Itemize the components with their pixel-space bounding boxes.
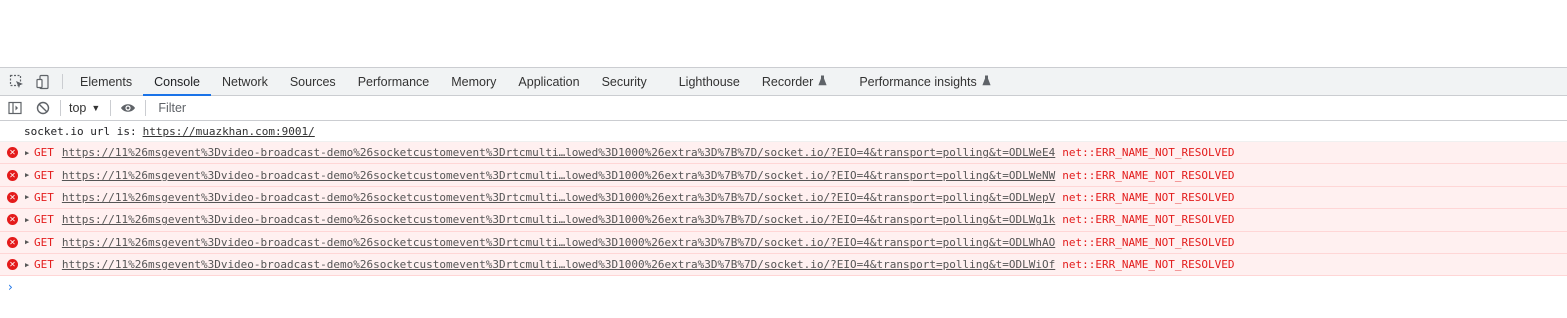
request-method: GET — [34, 258, 54, 272]
error-x-icon: ✕ — [7, 169, 18, 181]
error-text: net::ERR_NAME_NOT_RESOLVED — [1062, 146, 1235, 160]
console-log-message: socket.io url is: https://muazkhan.com:9… — [0, 121, 1567, 142]
error-message-row[interactable]: ✕ ▶ GET https://11%26msgevent%3Dvideo-broad… — [0, 231, 1567, 254]
show-sidebar-icon[interactable] — [4, 96, 26, 120]
tab-label: Application — [518, 74, 580, 89]
devtools-panel: Elements Console Network Sources Performance… — [0, 67, 1567, 318]
tab-label: Recorder — [761, 74, 814, 89]
tab-network[interactable]: Network — [211, 68, 279, 95]
error-list: ✕ ▶ GET https://11%26msgevent%3Dvideo-broad… — [0, 142, 1567, 277]
tab-sources[interactable]: Sources — [279, 68, 347, 95]
device-toolbar-icon[interactable] — [30, 68, 56, 95]
error-x-icon: ✕ — [7, 191, 18, 203]
error-message-row[interactable]: ✕ ▶ GET https://11%26msgevent%3Dvideo-broad… — [0, 253, 1567, 277]
error-text: net::ERR_NAME_NOT_RESOLVED — [1062, 213, 1235, 227]
request-url-link[interactable]: https://11%26msgevent%3Dvideo-broadcast-… — [62, 213, 1055, 226]
clear-console-icon[interactable] — [32, 96, 54, 120]
tab-label: Performance insights — [859, 74, 977, 89]
tab-recorder[interactable]: Recorder — [751, 68, 838, 95]
expand-triangle-icon[interactable]: ▶ — [25, 261, 32, 269]
tab-application[interactable]: Application — [507, 68, 590, 95]
error-x-icon: ✕ — [7, 259, 18, 271]
tab-memory[interactable]: Memory — [440, 68, 507, 95]
request-method: GET — [34, 190, 54, 204]
context-selector[interactable]: top ▼ — [67, 101, 104, 115]
request-method: GET — [34, 168, 54, 182]
expand-triangle-icon[interactable]: ▶ — [25, 149, 32, 157]
page-content-area — [0, 0, 1567, 67]
error-message-row[interactable]: ✕ ▶ GET https://11%26msgevent%3Dvideo-broad… — [0, 209, 1567, 232]
tab-label: Memory — [451, 74, 497, 89]
error-x-icon: ✕ — [7, 236, 18, 248]
toolbar-divider — [145, 100, 147, 116]
request-url-link[interactable]: https://11%26msgevent%3Dvideo-broadcast-… — [62, 169, 1055, 182]
log-text: socket.io url is: — [24, 124, 137, 138]
tab-elements[interactable]: Elements — [69, 68, 143, 95]
live-expression-eye-icon[interactable] — [117, 96, 139, 120]
tab-security[interactable]: Security — [591, 68, 658, 95]
tab-label: Elements — [80, 74, 133, 89]
request-url-link[interactable]: https://11%26msgevent%3Dvideo-broadcast-… — [62, 258, 1055, 271]
tab-performance[interactable]: Performance — [347, 68, 441, 95]
request-method: GET — [34, 146, 54, 160]
toolbar-divider — [60, 100, 61, 116]
filter-input[interactable] — [152, 97, 1567, 119]
request-method: GET — [34, 213, 54, 227]
error-x-icon: ✕ — [7, 214, 18, 226]
expand-triangle-icon[interactable]: ▶ — [25, 171, 32, 179]
tab-label: Network — [221, 74, 268, 89]
log-link[interactable]: https://muazkhan.com:9001/ — [143, 125, 315, 138]
console-toolbar: top ▼ — [0, 96, 1567, 121]
error-message-row[interactable]: ✕ ▶ GET https://11%26msgevent%3Dvideo-broad… — [0, 142, 1567, 165]
tab-label: Lighthouse — [678, 74, 740, 89]
expand-triangle-icon[interactable]: ▶ — [25, 238, 32, 246]
experiment-flask-icon — [818, 75, 827, 89]
expand-triangle-icon[interactable]: ▶ — [25, 193, 32, 201]
error-text: net::ERR_NAME_NOT_RESOLVED — [1062, 235, 1235, 249]
experiment-flask-icon — [982, 75, 991, 89]
tab-console[interactable]: Console — [143, 68, 211, 96]
dropdown-caret-icon: ▼ — [91, 103, 101, 113]
request-url-link[interactable]: https://11%26msgevent%3Dvideo-broadcast-… — [62, 146, 1055, 159]
console-prompt[interactable]: › — [0, 276, 1567, 298]
tab-label: Sources — [289, 74, 336, 89]
error-message-row[interactable]: ✕ ▶ GET https://11%26msgevent%3Dvideo-broad… — [0, 186, 1567, 210]
tab-label: Security — [601, 74, 647, 89]
error-message-row[interactable]: ✕ ▶ GET https://11%26msgevent%3Dvideo-broad… — [0, 164, 1567, 187]
request-url-link[interactable]: https://11%26msgevent%3Dvideo-broadcast-… — [62, 236, 1055, 249]
error-text: net::ERR_NAME_NOT_RESOLVED — [1062, 190, 1235, 204]
error-text: net::ERR_NAME_NOT_RESOLVED — [1062, 168, 1235, 182]
inspect-element-icon[interactable] — [4, 68, 30, 95]
console-messages: socket.io url is: https://muazkhan.com:9… — [0, 121, 1567, 298]
tab-lighthouse[interactable]: Lighthouse — [668, 68, 751, 95]
tab-label: Performance — [357, 74, 430, 89]
devtools-tabbar: Elements Console Network Sources Performance… — [0, 68, 1567, 96]
tab-label: Console — [154, 74, 200, 89]
request-url-link[interactable]: https://11%26msgevent%3Dvideo-broadcast-… — [62, 191, 1055, 204]
error-x-icon: ✕ — [7, 147, 18, 159]
context-label: top — [69, 101, 87, 115]
error-text: net::ERR_NAME_NOT_RESOLVED — [1062, 258, 1235, 272]
toolbar-divider — [62, 74, 63, 89]
toolbar-divider — [110, 100, 112, 116]
expand-triangle-icon[interactable]: ▶ — [25, 216, 32, 224]
prompt-chevron-icon: › — [8, 280, 13, 295]
tab-list: Elements Console Network Sources Performance… — [69, 68, 1002, 96]
tab-performance-insights[interactable]: Performance insights — [848, 68, 1001, 95]
request-method: GET — [34, 235, 54, 249]
